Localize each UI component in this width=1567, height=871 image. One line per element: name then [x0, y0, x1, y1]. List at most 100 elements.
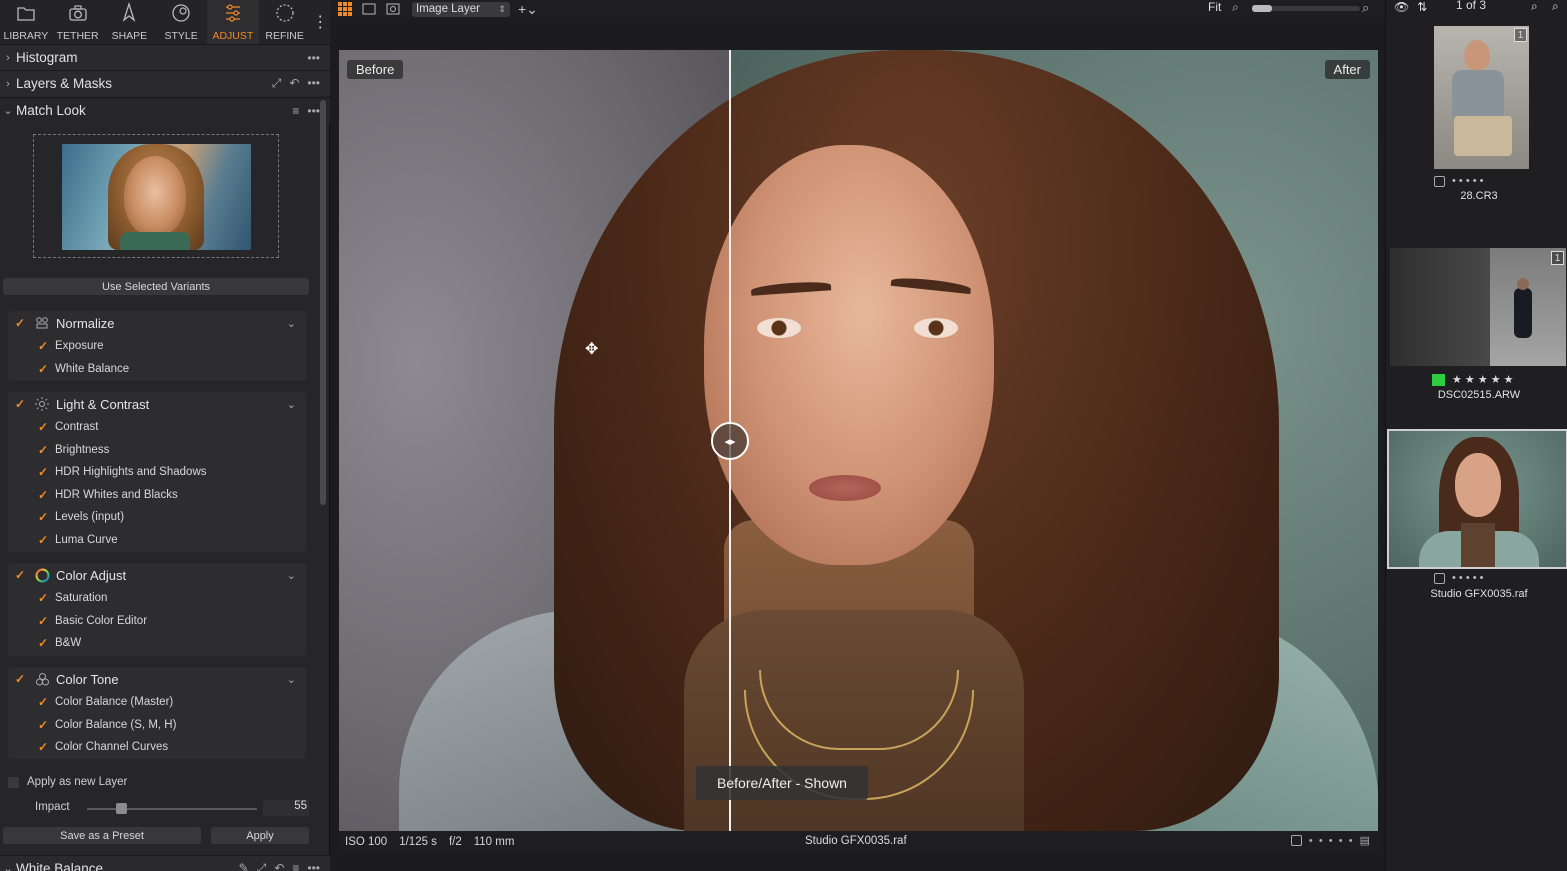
tab-library[interactable]: LIBRARY [0, 0, 52, 44]
zoom-fit-label[interactable]: Fit [1208, 0, 1221, 14]
check-icon[interactable]: ✓ [35, 488, 51, 502]
chevron-down-icon[interactable]: ⌄ [287, 673, 296, 686]
sort-icon[interactable]: ⇅ [1417, 0, 1427, 14]
select-checkbox[interactable] [1290, 835, 1302, 846]
section-histogram[interactable]: › Histogram ••• [0, 44, 330, 70]
impact-slider-track[interactable] [87, 808, 257, 810]
layer-select[interactable]: Image Layer ⇕ [412, 1, 510, 17]
check-icon[interactable]: ✓ [35, 695, 51, 709]
single-view-icon[interactable] [360, 2, 378, 16]
check-icon[interactable]: ✓ [35, 533, 51, 547]
option-luma-curve[interactable]: ✓ Luma Curve [8, 529, 306, 552]
option-contrast[interactable]: ✓ Contrast [8, 416, 306, 439]
section-white-balance[interactable]: ⌄ White Balance ✎ ⤢ ↶ ≡ ••• [0, 855, 330, 871]
check-icon[interactable]: ✓ [35, 510, 51, 524]
save-as-preset-button[interactable]: Save as a Preset [3, 827, 201, 844]
impact-value-field[interactable]: 55 [263, 800, 309, 816]
list-icon[interactable]: ≡ [292, 861, 299, 871]
tab-adjust[interactable]: ADJUST [207, 0, 259, 44]
check-icon[interactable]: ✓ [35, 443, 51, 457]
option-color-balance-smh[interactable]: ✓ Color Balance (S, M, H) [8, 714, 306, 737]
star-rating[interactable]: ★ ★ ★ ★ ★ [1432, 373, 1514, 386]
option-levels-input[interactable]: ✓ Levels (input) [8, 506, 306, 529]
rating-dots[interactable]: • • • • • [1434, 175, 1483, 187]
check-icon[interactable]: ✓ [35, 465, 51, 479]
check-icon[interactable]: ✓ [35, 420, 51, 434]
more-icon[interactable]: ••• [307, 76, 320, 91]
option-color-balance-master[interactable]: ✓ Color Balance (Master) [8, 691, 306, 714]
zoom-slider-knob[interactable] [1252, 5, 1272, 12]
zoom-out-icon[interactable]: ⌕ [1232, 0, 1239, 15]
reference-image-drop-zone[interactable] [33, 134, 279, 258]
expand-icon[interactable]: ⤢ [272, 76, 282, 91]
check-icon[interactable]: ✓ [35, 636, 51, 650]
checkbox-icon[interactable] [8, 776, 19, 788]
list-icon[interactable]: ≡ [292, 104, 299, 118]
tab-shape[interactable]: SHAPE [104, 0, 156, 44]
group-normalize-header[interactable]: ✓ Normalize ⌄ [8, 311, 306, 335]
rating-dots[interactable]: • • • • • [1434, 572, 1483, 584]
check-icon[interactable]: ✓ [12, 672, 28, 686]
section-layers-masks[interactable]: › Layers & Masks ⤢ ↶ ••• [0, 70, 330, 96]
check-icon[interactable]: ✓ [12, 316, 28, 330]
tab-refine[interactable]: REFINE [259, 0, 311, 44]
color-tag-green[interactable] [1432, 373, 1445, 386]
option-basic-color-editor[interactable]: ✓ Basic Color Editor [8, 610, 306, 633]
check-icon[interactable]: ✓ [35, 591, 51, 605]
check-icon[interactable]: ✓ [35, 740, 51, 754]
group-color-adjust-header[interactable]: ✓ Color Adjust ⌄ [8, 563, 306, 587]
grid-view-icon[interactable] [336, 2, 354, 16]
expand-icon[interactable]: ⤢ [257, 861, 267, 871]
option-white-balance[interactable]: ✓ White Balance [8, 358, 306, 381]
thumbnail-name: DSC02515.ARW [1437, 389, 1521, 401]
eye-icon[interactable]: 👁 [1394, 0, 1409, 14]
more-icon[interactable]: ••• [307, 51, 320, 65]
color-tag-icon[interactable]: ▤ [1360, 834, 1370, 847]
apply-as-new-layer-checkbox[interactable]: Apply as new Layer [8, 776, 127, 788]
check-icon[interactable]: ✓ [35, 718, 51, 732]
group-light-contrast-header[interactable]: ✓ Light & Contrast ⌄ [8, 392, 306, 416]
reset-icon[interactable]: ↶ [274, 861, 284, 871]
add-layer-icon[interactable]: +⌄ [518, 1, 538, 18]
chevron-down-icon[interactable]: ⌄ [287, 398, 296, 411]
picker-icon[interactable]: ✎ [239, 861, 249, 871]
search-icon[interactable]: ⌕ [1531, 0, 1538, 14]
option-hdr-whites-blacks[interactable]: ✓ HDR Whites and Blacks [8, 484, 306, 507]
option-brightness[interactable]: ✓ Brightness [8, 439, 306, 462]
more-tabs-icon[interactable]: ⋮ [311, 0, 331, 44]
rating-dots[interactable]: • • • • • [1309, 835, 1353, 847]
group-normalize-title: Normalize [56, 315, 115, 331]
check-icon[interactable]: ✓ [35, 362, 51, 376]
reset-icon[interactable]: ↶ [289, 76, 299, 91]
use-selected-variants-button[interactable]: Use Selected Variants [3, 278, 309, 295]
split-handle-icon[interactable]: ◂▸ [711, 422, 749, 460]
option-exposure[interactable]: ✓ Exposure [8, 335, 306, 358]
check-icon[interactable]: ✓ [12, 397, 28, 411]
option-bw[interactable]: ✓ B&W [8, 632, 306, 655]
thumbnail-28-cr3[interactable]: 1 [1434, 26, 1529, 169]
check-icon[interactable]: ✓ [12, 568, 28, 582]
impact-slider-knob[interactable] [115, 803, 127, 814]
option-saturation[interactable]: ✓ Saturation [8, 587, 306, 610]
apply-button[interactable]: Apply [211, 827, 309, 844]
panel-scrollbar[interactable] [320, 100, 326, 505]
check-icon[interactable]: ✓ [35, 614, 51, 628]
more-icon[interactable]: ••• [307, 861, 320, 871]
select-checkbox[interactable] [1434, 572, 1445, 584]
tab-style[interactable]: STYLE [155, 0, 207, 44]
option-color-channel-curves[interactable]: ✓ Color Channel Curves [8, 736, 306, 759]
chevron-down-icon[interactable]: ⌄ [287, 569, 296, 582]
proof-view-icon[interactable] [384, 2, 402, 16]
select-checkbox[interactable] [1434, 175, 1445, 187]
chevron-down-icon[interactable]: ⌄ [287, 317, 296, 330]
tab-tether[interactable]: TETHER [52, 0, 104, 44]
thumbnail-dsc02515[interactable]: 1 [1390, 248, 1566, 366]
group-color-tone-header[interactable]: ✓ Color Tone ⌄ [8, 667, 306, 691]
more-icon[interactable]: ••• [307, 104, 320, 118]
filter-icon[interactable]: ⌕ [1552, 0, 1559, 14]
image-viewer[interactable]: ◂▸ Before After ✥ Before/After - Shown [339, 50, 1378, 831]
option-hdr-highlights-shadows[interactable]: ✓ HDR Highlights and Shadows [8, 461, 306, 484]
section-match-look[interactable]: ⌄ Match Look ≡ ••• [0, 97, 330, 123]
check-icon[interactable]: ✓ [35, 339, 51, 353]
zoom-in-icon[interactable]: ⌕ [1362, 0, 1369, 16]
